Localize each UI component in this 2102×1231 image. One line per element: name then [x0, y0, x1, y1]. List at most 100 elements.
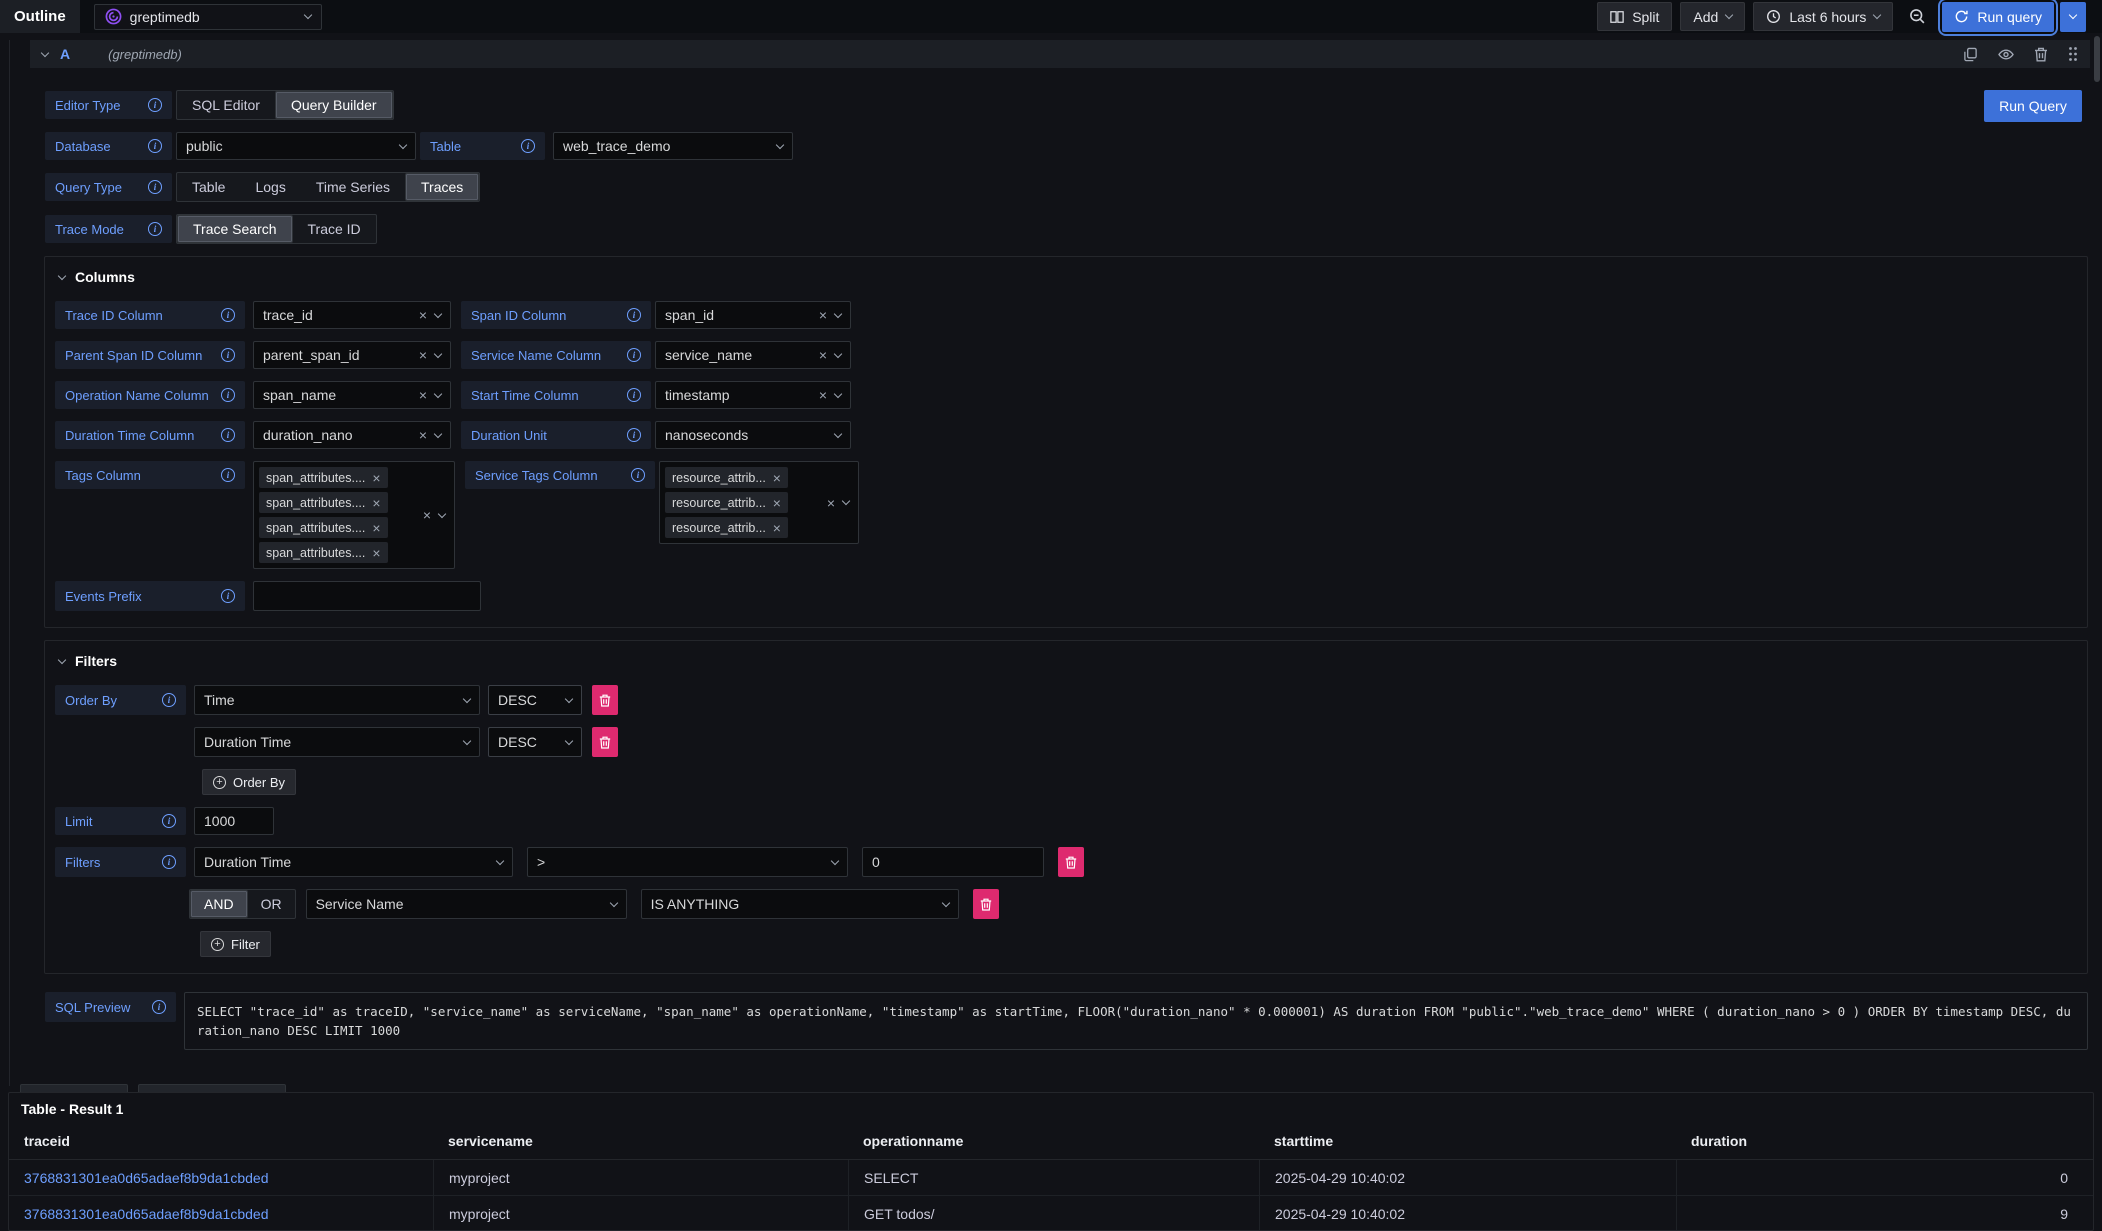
clear-all-icon[interactable]: × — [827, 496, 835, 510]
run-query-dropdown-button[interactable] — [2060, 2, 2086, 32]
clear-icon[interactable]: × — [819, 308, 827, 322]
clear-icon[interactable]: × — [419, 308, 427, 322]
remove-chip-icon[interactable]: × — [773, 471, 781, 485]
option-or[interactable]: OR — [248, 890, 295, 918]
info-icon[interactable]: i — [152, 1000, 166, 1014]
start-time-column-select[interactable]: timestamp × — [655, 381, 851, 409]
trash-icon[interactable] — [2034, 47, 2048, 62]
clear-icon[interactable]: × — [419, 348, 427, 362]
info-icon[interactable]: i — [221, 308, 235, 322]
order-by-field-select[interactable]: Time — [194, 685, 480, 715]
clear-icon[interactable]: × — [419, 388, 427, 402]
delete-order-by-button[interactable] — [592, 727, 618, 757]
filters-section-header[interactable]: Filters — [59, 653, 2077, 669]
option-logs[interactable]: Logs — [240, 173, 300, 201]
clear-icon[interactable]: × — [819, 388, 827, 402]
option-trace-search[interactable]: Trace Search — [177, 215, 293, 243]
columns-section-header[interactable]: Columns — [59, 269, 2077, 285]
info-icon[interactable]: i — [631, 468, 645, 482]
info-icon[interactable]: i — [221, 348, 235, 362]
info-icon[interactable]: i — [627, 428, 641, 442]
delete-order-by-button[interactable] — [592, 685, 618, 715]
add-filter-button[interactable]: + Filter — [200, 931, 271, 957]
delete-filter-button[interactable] — [973, 889, 999, 919]
info-icon[interactable]: i — [162, 855, 176, 869]
delete-filter-button[interactable] — [1058, 847, 1084, 877]
info-icon[interactable]: i — [627, 308, 641, 322]
filter-operator-select[interactable]: IS ANYTHING — [641, 889, 959, 919]
info-icon[interactable]: i — [148, 98, 162, 112]
info-icon[interactable]: i — [221, 428, 235, 442]
collapse-chevron-icon[interactable] — [41, 48, 49, 56]
run-query-button[interactable]: Run query — [1942, 2, 2054, 32]
add-order-by-button[interactable]: + Order By — [202, 769, 296, 795]
column-header-traceid[interactable]: traceid — [9, 1127, 433, 1160]
column-header-starttime[interactable]: starttime — [1259, 1127, 1676, 1160]
info-icon[interactable]: i — [521, 139, 535, 153]
trace-id-link[interactable]: 3768831301ea0d65adaef8b9da1cbded — [24, 1206, 268, 1222]
option-trace-id[interactable]: Trace ID — [293, 215, 376, 243]
time-range-picker[interactable]: Last 6 hours — [1753, 2, 1893, 31]
operation-name-column-select[interactable]: span_name × — [253, 381, 451, 409]
info-icon[interactable]: i — [148, 222, 162, 236]
clear-icon[interactable]: × — [819, 348, 827, 362]
option-time-series[interactable]: Time Series — [301, 173, 405, 201]
info-icon[interactable]: i — [627, 348, 641, 362]
info-icon[interactable]: i — [221, 468, 235, 482]
remove-chip-icon[interactable]: × — [773, 496, 781, 510]
option-sql-editor[interactable]: SQL Editor — [177, 91, 275, 119]
order-by-direction-select[interactable]: DESC — [488, 685, 582, 715]
filter-value-input[interactable]: 0 — [862, 847, 1044, 877]
table-select[interactable]: web_trace_demo — [553, 132, 793, 160]
duplicate-icon[interactable] — [1963, 47, 1978, 62]
table-header-row: traceid servicename operationname startt… — [9, 1127, 2093, 1160]
clear-all-icon[interactable]: × — [423, 508, 431, 522]
info-icon[interactable]: i — [148, 139, 162, 153]
info-icon[interactable]: i — [221, 388, 235, 402]
option-table[interactable]: Table — [177, 173, 240, 201]
filter-operator-select[interactable]: > — [527, 847, 848, 877]
option-query-builder[interactable]: Query Builder — [275, 91, 393, 119]
trace-id-link[interactable]: 3768831301ea0d65adaef8b9da1cbded — [24, 1170, 268, 1186]
info-icon[interactable]: i — [162, 693, 176, 707]
filter-field-select[interactable]: Service Name — [306, 889, 627, 919]
remove-chip-icon[interactable]: × — [372, 521, 380, 535]
info-icon[interactable]: i — [221, 589, 235, 603]
drag-handle-icon[interactable] — [2068, 46, 2078, 62]
database-select[interactable]: public — [176, 132, 416, 160]
order-by-field-select[interactable]: Duration Time — [194, 727, 480, 757]
remove-chip-icon[interactable]: × — [372, 546, 380, 560]
column-header-servicename[interactable]: servicename — [433, 1127, 848, 1160]
remove-chip-icon[interactable]: × — [773, 521, 781, 535]
add-button[interactable]: Add — [1680, 2, 1745, 31]
span-id-column-select[interactable]: span_id × — [655, 301, 851, 329]
parent-span-id-column-select[interactable]: parent_span_id × — [253, 341, 451, 369]
clear-icon[interactable]: × — [419, 428, 427, 442]
info-icon[interactable]: i — [148, 180, 162, 194]
split-button[interactable]: Split — [1597, 2, 1672, 31]
remove-chip-icon[interactable]: × — [372, 471, 380, 485]
trace-id-column-select[interactable]: trace_id × — [253, 301, 451, 329]
eye-icon[interactable] — [1998, 47, 2014, 62]
option-and[interactable]: AND — [190, 890, 248, 918]
query-row-header[interactable]: A (greptimedb) — [30, 40, 2090, 68]
service-tags-column-multiselect[interactable]: resource_attrib...× resource_attrib...× … — [659, 461, 859, 544]
remove-chip-icon[interactable]: × — [372, 496, 380, 510]
info-icon[interactable]: i — [627, 388, 641, 402]
zoom-out-button[interactable] — [1901, 2, 1934, 31]
filter-field-select[interactable]: Duration Time — [194, 847, 513, 877]
limit-input[interactable]: 1000 — [194, 807, 274, 835]
duration-time-column-select[interactable]: duration_nano × — [253, 421, 451, 449]
column-header-operationname[interactable]: operationname — [848, 1127, 1259, 1160]
datasource-picker[interactable]: greptimedb — [94, 4, 322, 30]
order-by-direction-select[interactable]: DESC — [488, 727, 582, 757]
events-prefix-input[interactable] — [253, 581, 481, 611]
duration-unit-select[interactable]: nanoseconds — [655, 421, 851, 449]
service-name-column-select[interactable]: service_name × — [655, 341, 851, 369]
column-header-duration[interactable]: duration — [1676, 1127, 2093, 1160]
tags-column-multiselect[interactable]: span_attributes....× span_attributes....… — [253, 461, 455, 569]
outline-button[interactable]: Outline — [0, 0, 80, 33]
run-query-panel-button[interactable]: Run Query — [1984, 90, 2082, 122]
option-traces[interactable]: Traces — [405, 173, 479, 201]
info-icon[interactable]: i — [162, 814, 176, 828]
